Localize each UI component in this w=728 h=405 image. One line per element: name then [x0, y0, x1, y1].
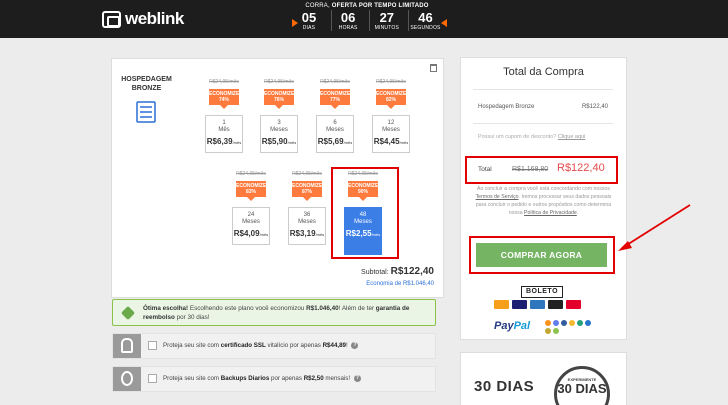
- product-title: HOSPEDAGEM BRONZE: [121, 76, 172, 92]
- plan-option[interactable]: 36 Meses R$3,19/mês: [288, 207, 326, 245]
- coupon-link[interactable]: Clique aqui: [558, 134, 586, 140]
- backup-checkbox[interactable]: [148, 374, 157, 383]
- help-icon[interactable]: ?: [351, 342, 359, 349]
- help-icon[interactable]: ?: [353, 375, 361, 382]
- total-new-price: R$122,40: [557, 162, 605, 174]
- savings-notice: Ótima escolha! Escolhendo este plano voc…: [112, 299, 436, 326]
- amex-icon: [530, 300, 545, 309]
- discount-badge: ECONOMIZE 87%: [292, 181, 323, 201]
- divider: [473, 89, 613, 90]
- usdc-icon: [585, 320, 591, 326]
- discount-badge: ECONOMIZE 74%: [209, 89, 240, 109]
- ssl-checkbox[interactable]: [148, 341, 157, 350]
- boleto-logo: BOLETO: [521, 286, 563, 298]
- discount-badge: ECONOMIZE 83%: [236, 181, 267, 201]
- discount-badge: ECONOMIZE 77%: [320, 89, 351, 109]
- trash-icon[interactable]: [430, 64, 437, 72]
- timer-minutes: 27 MINUTOS: [369, 10, 403, 31]
- plan-1-month[interactable]: R$24,95/mês ECONOMIZE 74% 1 Mês R$6,39/mê…: [205, 79, 243, 153]
- summary-item-row: Hospedagem Bronze R$122,40: [478, 104, 608, 110]
- crypto-icons: [545, 320, 595, 334]
- plan-12-months[interactable]: R$24,95/mês ECONOMIZE 82% 12 Meses R$4,45…: [372, 79, 410, 153]
- timer-label: CORRA, OFERTA POR TEMPO LIMITADO: [305, 3, 429, 9]
- timer-hours: 06 HORAS: [330, 10, 365, 31]
- privacy-link[interactable]: Política de Privacidade: [524, 210, 577, 216]
- divider: [473, 123, 613, 124]
- brand-logo[interactable]: weblink: [102, 9, 184, 29]
- plan-option[interactable]: 1 Mês R$6,39/mês: [205, 115, 243, 153]
- diners-icon: [566, 300, 581, 309]
- plan-36-months[interactable]: R$24,95/mês ECONOMIZE 87% 36 Meses R$3,19…: [288, 171, 326, 245]
- coupon-prompt: Possui um cupom de desconto? Clique aqui: [478, 134, 586, 140]
- server-icon: [136, 101, 156, 123]
- tether-icon: [577, 320, 583, 326]
- timer-seconds: 46 SEGUNDOS: [407, 10, 442, 31]
- plan-option[interactable]: 3 Meses R$5,90/mês: [260, 115, 298, 153]
- plan-option[interactable]: 12 Meses R$4,45/mês: [372, 115, 410, 153]
- bitcoin-cash-icon: [553, 328, 559, 334]
- summary-title: Total da Compra: [503, 66, 584, 78]
- backup-clock-icon: [113, 367, 141, 391]
- visa-icon: [512, 300, 527, 309]
- plan-3-months[interactable]: R$24,95/mês ECONOMIZE 76% 3 Meses R$5,90/…: [260, 79, 298, 153]
- weblink-logo-icon: [102, 10, 121, 28]
- plan-24-months[interactable]: R$24,95/mês ECONOMIZE 83% 24 Meses R$4,09…: [232, 171, 270, 245]
- buy-now-button[interactable]: COMPRAR AGORA: [476, 243, 607, 267]
- bnb-icon: [569, 320, 575, 326]
- brand-name: weblink: [125, 9, 184, 28]
- litecoin-icon: [561, 320, 567, 326]
- timer-days: 05 DIAS: [301, 10, 317, 31]
- ethereum-icon: [553, 320, 559, 326]
- plan-option[interactable]: 6 Meses R$5,69/mês: [316, 115, 354, 153]
- addon-ssl: Proteja seu site com certificado SSL vit…: [112, 333, 436, 359]
- countdown-timer: CORRA, OFERTA POR TEMPO LIMITADO 05 DIAS…: [287, 3, 447, 31]
- paypal-logo: PayPal: [494, 320, 531, 332]
- terms-link[interactable]: Termos de Serviço: [476, 194, 519, 200]
- guarantee-days: 30 DIAS: [474, 378, 535, 395]
- legal-text: Ao concluir a compra você está concordan…: [475, 186, 612, 216]
- plan-6-months[interactable]: R$24,95/mês ECONOMIZE 77% 6 Meses R$5,69/…: [316, 79, 354, 153]
- bitcoin-icon: [545, 320, 551, 326]
- subtotal: Subtotal: R$122,40: [361, 266, 434, 277]
- dogecoin-icon: [545, 328, 551, 334]
- economy-amount: Economia de R$1.046,40: [366, 281, 434, 287]
- ssl-lock-icon: [113, 334, 141, 358]
- plan-option[interactable]: 24 Meses R$4,09/mês: [232, 207, 270, 245]
- addon-backup: Proteja seu site com Backups Diarios por…: [112, 366, 436, 392]
- top-bar: weblink CORRA, OFERTA POR TEMPO LIMITADO…: [0, 0, 728, 38]
- mastercard-icon: [494, 300, 509, 309]
- timer-right-arrow-icon: [441, 19, 447, 27]
- tag-icon: [120, 305, 136, 321]
- selected-plan-highlight: [331, 167, 399, 259]
- discount-badge: ECONOMIZE 76%: [264, 89, 295, 109]
- card-brands: [494, 300, 581, 309]
- elo-icon: [548, 300, 563, 309]
- discount-badge: ECONOMIZE 82%: [376, 89, 407, 109]
- total-label: Total: [478, 166, 492, 173]
- total-old-price: R$1.168,80: [512, 166, 549, 173]
